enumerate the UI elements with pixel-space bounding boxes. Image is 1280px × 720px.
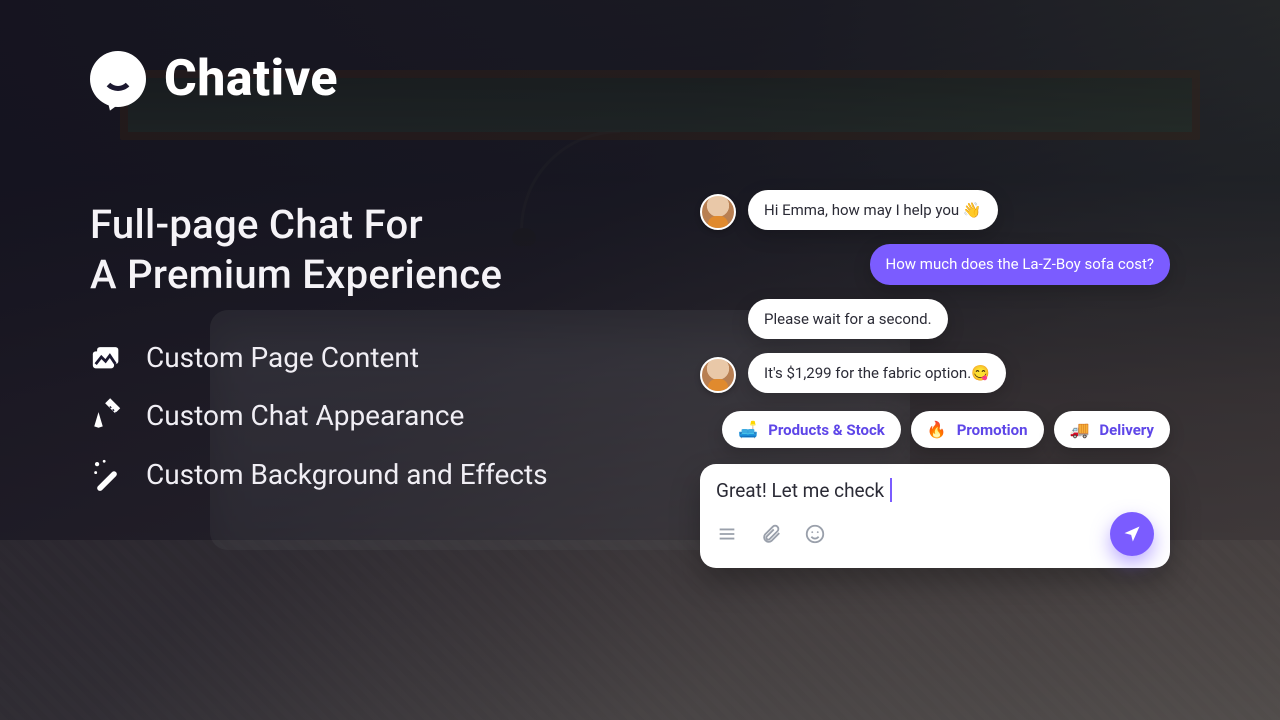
chat-preview: Hi Emma, how may I help you 👋 How much d… (700, 190, 1170, 568)
send-button[interactable] (1110, 512, 1154, 556)
brand: Chative (90, 50, 338, 108)
chip-promotion[interactable]: 🔥 Promotion (911, 411, 1044, 448)
feature-item: Custom Background and Effects (90, 457, 548, 493)
chat-bubble-agent: Hi Emma, how may I help you 👋 (748, 190, 998, 230)
feature-item: Custom Page Content (90, 340, 548, 376)
composer-draft-text: Great! Let me check (716, 479, 884, 502)
avatar (700, 357, 736, 393)
chat-bubble-me: How much does the La-Z-Boy sofa cost? (870, 244, 1170, 284)
chip-label: Products & Stock (768, 421, 885, 439)
feature-list: Custom Page Content Custom Chat Appearan… (90, 340, 548, 493)
feature-item: Custom Chat Appearance (90, 398, 548, 434)
feature-label: Custom Chat Appearance (146, 398, 464, 434)
menu-icon[interactable] (716, 523, 738, 545)
fire-icon: 🔥 (927, 420, 947, 439)
attachment-icon[interactable] (760, 523, 782, 545)
sofa-icon: 🛋️ (738, 420, 758, 439)
composer-input[interactable]: Great! Let me check (716, 478, 1154, 502)
magic-wand-icon (90, 457, 124, 491)
chip-label: Delivery (1099, 421, 1154, 439)
headline-line-2: A Premium Experience (90, 250, 502, 300)
hero-stage: Chative Full-page Chat For A Premium Exp… (0, 0, 1280, 720)
emoji-icon[interactable] (804, 523, 826, 545)
composer-toolbar (716, 512, 1154, 556)
chat-row-agent: It's $1,299 for the fabric option.😋 (700, 353, 1170, 393)
chat-row-me: How much does the La-Z-Boy sofa cost? (700, 244, 1170, 284)
chip-label: Promotion (957, 421, 1028, 439)
headline-line-1: Full-page Chat For (90, 200, 502, 250)
brand-name: Chative (164, 50, 338, 108)
chat-row-agent: Please wait for a second. (700, 299, 1170, 339)
bg-lamp (520, 130, 640, 330)
chat-row-agent: Hi Emma, how may I help you 👋 (700, 190, 1170, 230)
images-icon (90, 340, 124, 374)
text-caret (890, 478, 892, 502)
chat-composer[interactable]: Great! Let me check (700, 464, 1170, 568)
truck-icon: 🚚 (1070, 420, 1090, 439)
avatar (700, 194, 736, 230)
chip-products[interactable]: 🛋️ Products & Stock (722, 411, 901, 448)
chat-bubble-agent: Please wait for a second. (748, 299, 948, 339)
feature-label: Custom Page Content (146, 340, 419, 376)
quick-reply-chips: 🛋️ Products & Stock 🔥 Promotion 🚚 Delive… (700, 411, 1170, 448)
feature-label: Custom Background and Effects (146, 457, 548, 493)
chip-delivery[interactable]: 🚚 Delivery (1054, 411, 1171, 448)
pencil-ruler-icon (90, 398, 124, 432)
page-headline: Full-page Chat For A Premium Experience (90, 200, 502, 300)
chat-bubble-agent: It's $1,299 for the fabric option.😋 (748, 353, 1006, 393)
brand-logo-icon (90, 51, 146, 107)
